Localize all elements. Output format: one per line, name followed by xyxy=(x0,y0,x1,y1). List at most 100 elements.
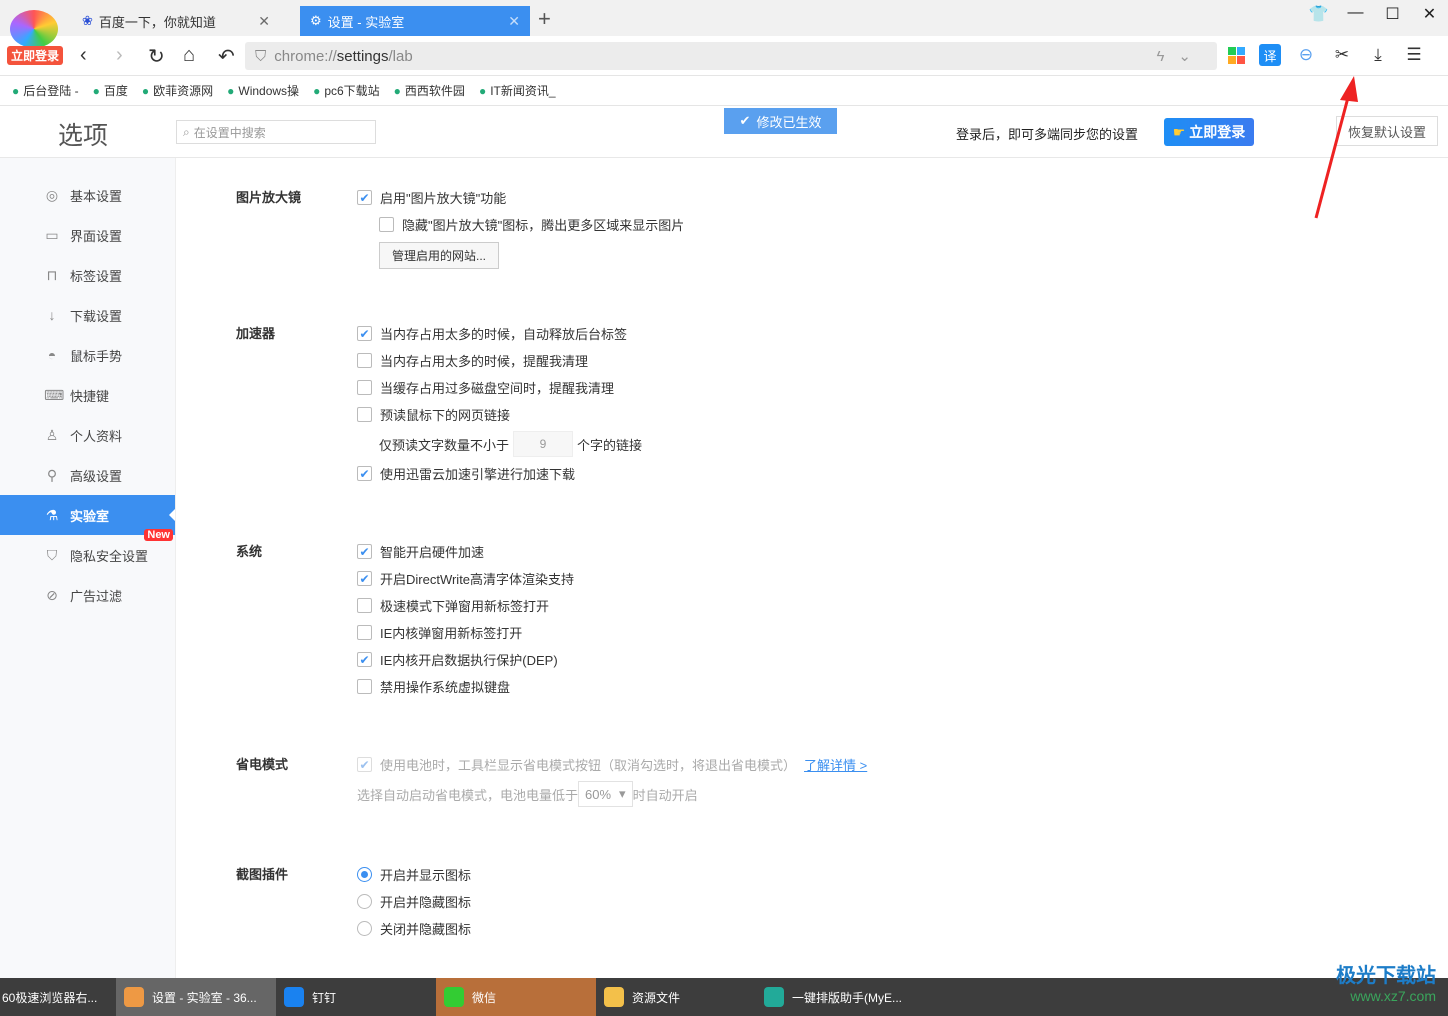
maximize-button[interactable]: ☐ xyxy=(1374,4,1411,24)
close-window-button[interactable]: ✕ xyxy=(1411,4,1448,24)
dropdown-arrow-icon: ▾ xyxy=(619,786,626,801)
tab-settings-lab[interactable]: ⚙ 设置 - 实验室 ✕ xyxy=(300,6,530,36)
checkbox[interactable] xyxy=(357,353,372,368)
scissors-icon[interactable]: ✂ xyxy=(1331,44,1353,66)
radio-option[interactable]: 开启并隐藏图标 xyxy=(357,888,1448,915)
bookmark-item[interactable]: ● 百度 xyxy=(93,82,128,99)
sidebar-item[interactable]: ⛉ 隐私安全设置 xyxy=(0,535,175,575)
bookmark-item[interactable]: ● Windows操 xyxy=(227,82,299,99)
checkbox[interactable]: ✔ xyxy=(357,757,372,772)
minimize-button[interactable]: — xyxy=(1337,4,1374,24)
checkbox-option[interactable]: ✔ 使用迅雷云加速引擎进行加速下载 xyxy=(357,460,1448,487)
sidebar-item[interactable]: ⚗ 实验室 New xyxy=(0,495,175,541)
sidebar-item[interactable]: ◓ 鼠标手势 xyxy=(0,335,175,375)
bookmark-item[interactable]: ● 欧菲资源网 xyxy=(142,82,213,99)
sidebar-item-label: 实验室 xyxy=(70,508,110,524)
checkbox[interactable] xyxy=(379,217,394,232)
radio-option[interactable]: 开启并显示图标 xyxy=(357,861,1448,888)
tab-baidu[interactable]: ❀ 百度一下，你就知道 ✕ xyxy=(60,6,280,36)
checkbox-option[interactable]: ✔ 当内存占用太多的时候，自动释放后台标签 xyxy=(357,320,1448,347)
apps-icon[interactable] xyxy=(1228,46,1245,64)
learn-more-link[interactable]: 了解详情 > xyxy=(804,755,867,774)
wrench-icon: ⚲ xyxy=(46,466,58,483)
login-button[interactable]: ☛ 立即登录 xyxy=(1164,118,1254,146)
url-input[interactable]: ⛉ chrome://settings/lab ϟ⌄ xyxy=(245,42,1217,70)
checkbox-option[interactable]: ✔ 智能开启硬件加速 xyxy=(357,538,1448,565)
browser-logo[interactable] xyxy=(10,10,58,48)
checkbox-option[interactable]: 预读鼠标下的网页链接 xyxy=(357,401,1448,428)
checkbox-option[interactable]: IE内核弹窗用新标签打开 xyxy=(357,619,1448,646)
bookmark-item[interactable]: ● 西西软件园 xyxy=(394,82,465,99)
taskbar-item[interactable]: 资源文件 xyxy=(596,978,756,1016)
menu-icon[interactable]: ☰ xyxy=(1403,44,1425,66)
checkbox-option[interactable]: ✔ IE内核开启数据执行保护(DEP) xyxy=(357,646,1448,673)
checkbox[interactable] xyxy=(357,407,372,422)
checkbox[interactable]: ✔ xyxy=(357,326,372,341)
minus-circle-icon[interactable]: ⊖ xyxy=(1295,44,1317,66)
settings-search-input[interactable]: ⌕ 在设置中搜索 xyxy=(176,120,376,144)
checkbox-option[interactable]: 当缓存占用过多磁盘空间时，提醒我清理 xyxy=(357,374,1448,401)
close-tab-icon[interactable]: ✕ xyxy=(508,13,520,30)
skin-icon[interactable]: 👕 xyxy=(1300,4,1337,24)
sidebar-item[interactable]: ⌨ 快捷键 xyxy=(0,375,175,415)
new-tab-button[interactable]: + xyxy=(538,6,551,32)
checkbox-option[interactable]: 极速模式下弹窗用新标签打开 xyxy=(357,592,1448,619)
lightning-icon[interactable]: ϟ xyxy=(1156,48,1178,65)
checkbox[interactable]: ✔ xyxy=(357,544,372,559)
app-icon xyxy=(124,987,144,1007)
sidebar-item[interactable]: ⊘ 广告过滤 xyxy=(0,575,175,615)
home-icon[interactable]: ⌂ xyxy=(183,44,195,67)
section-options: ✔ 使用电池时，工具栏显示省电模式按钮（取消勾选时，将退出省电模式） 了解详情 > 选… xyxy=(357,751,1448,810)
login-badge[interactable]: 立即登录 xyxy=(7,46,64,65)
bookmark-item[interactable]: ● pc6下载站 xyxy=(313,82,380,99)
bookmark-favicon-icon: ● xyxy=(313,84,321,98)
taskbar-item[interactable]: 设置 - 实验室 - 36... xyxy=(116,978,276,1016)
sidebar-item[interactable]: ↓ 下载设置 xyxy=(0,295,175,335)
taskbar-label: 60极速浏览器右... xyxy=(2,990,98,1005)
prefetch-length-input[interactable]: 9 xyxy=(513,431,574,457)
forward-icon[interactable]: › xyxy=(116,44,123,67)
checkbox[interactable]: ✔ xyxy=(357,466,372,481)
taskbar-item[interactable]: 微信 xyxy=(436,978,596,1016)
checkbox-option[interactable]: 隐藏"图片放大镜"图标，腾出更多区域来显示图片 xyxy=(357,211,1448,238)
checkbox[interactable] xyxy=(357,380,372,395)
checkbox[interactable] xyxy=(357,625,372,640)
close-tab-icon[interactable]: ✕ xyxy=(258,13,270,30)
sidebar-item[interactable]: ⚲ 高级设置 xyxy=(0,455,175,495)
checkbox[interactable] xyxy=(357,679,372,694)
checkbox-option[interactable]: 禁用操作系统虚拟键盘 xyxy=(357,673,1448,700)
option-label: IE内核弹窗用新标签打开 xyxy=(380,626,523,641)
checkbox[interactable]: ✔ xyxy=(357,190,372,205)
sidebar-item[interactable]: ◎ 基本设置 xyxy=(0,175,175,215)
radio-option[interactable]: 关闭并隐藏图标 xyxy=(357,915,1448,942)
download-icon[interactable]: ⤓ xyxy=(1367,44,1389,66)
taskbar-item[interactable]: 一键排版助手(MyE... xyxy=(756,978,916,1016)
taskbar-item[interactable]: 60极速浏览器右... xyxy=(0,978,116,1016)
back-icon[interactable]: ‹ xyxy=(80,44,87,67)
checkbox-option[interactable]: 当内存占用太多的时候，提醒我清理 xyxy=(357,347,1448,374)
search-icon: ⌕ xyxy=(183,124,190,139)
checkbox[interactable]: ✔ xyxy=(357,571,372,586)
mouse-icon: ◓ xyxy=(47,347,57,363)
manage-sites-button[interactable]: 管理启用的网站... xyxy=(379,242,500,269)
sidebar-item-label: 高级设置 xyxy=(70,468,123,484)
chevron-down-icon[interactable]: ⌄ xyxy=(1178,48,1205,65)
bookmark-item[interactable]: ● IT新闻资讯_ xyxy=(479,82,556,99)
checkbox-option[interactable]: ✔ 启用"图片放大镜"功能 xyxy=(357,184,1448,211)
checkbox[interactable]: ✔ xyxy=(357,652,372,667)
checkbox-option[interactable]: ✔ 开启DirectWrite高清字体渲染支持 xyxy=(357,565,1448,592)
undo-icon[interactable]: ↶ xyxy=(218,44,235,69)
taskbar-item[interactable]: 钉钉 xyxy=(276,978,436,1016)
translate-icon[interactable]: 译 xyxy=(1259,44,1281,66)
sidebar-item[interactable]: ▭ 界面设置 xyxy=(0,215,175,255)
sidebar-item[interactable]: ⊓ 标签设置 xyxy=(0,255,175,295)
checkbox-option[interactable]: ✔ 使用电池时，工具栏显示省电模式按钮（取消勾选时，将退出省电模式） 了解详情 > xyxy=(357,751,1448,778)
bookmark-item[interactable]: ● 后台登陆 - xyxy=(12,82,79,99)
sidebar-item[interactable]: ♙ 个人资料 xyxy=(0,415,175,455)
radio-button[interactable] xyxy=(357,894,372,909)
reload-icon[interactable]: ↻ xyxy=(148,44,165,69)
checkbox[interactable] xyxy=(357,598,372,613)
radio-button[interactable] xyxy=(357,867,372,882)
radio-button[interactable] xyxy=(357,921,372,936)
battery-threshold-select[interactable]: 60% ▾ xyxy=(578,781,633,807)
